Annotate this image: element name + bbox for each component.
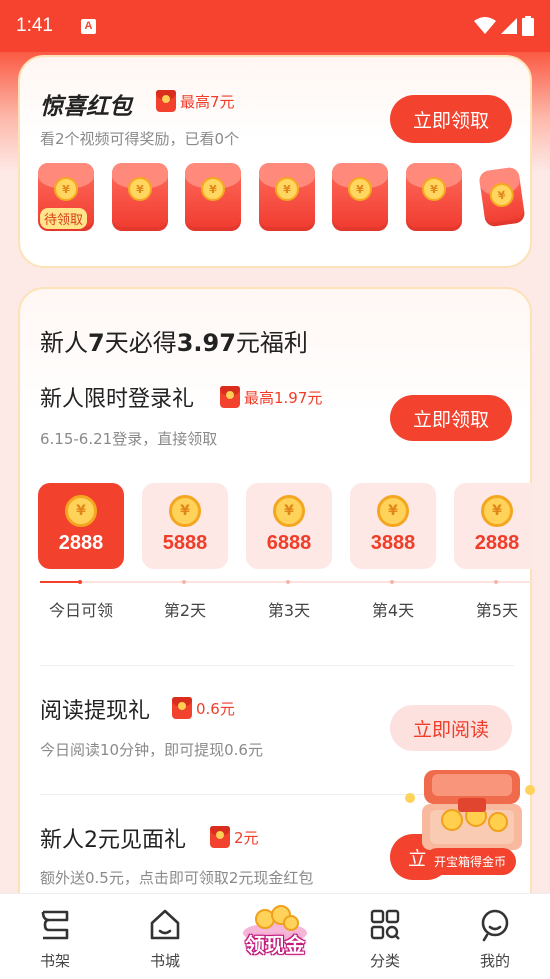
meet-gift-subtitle: 额外送0.5元，点击即可领取2元现金红包 [40, 869, 314, 887]
login-gift-tag-text: 最高1.97元 [244, 388, 323, 407]
status-bar: 1:41 A [0, 0, 550, 52]
meet-gift-tag: 2元 [210, 826, 259, 848]
red-envelope[interactable]: ¥ [185, 163, 241, 231]
yuan-coin-icon: ¥ [273, 495, 305, 527]
progress-dot [182, 580, 186, 584]
yuan-coin-icon: ¥ [275, 177, 299, 201]
tab-label: 我的 [479, 952, 510, 970]
surprise-max-tag: 最高7元 [156, 90, 235, 112]
reading-gift-read-button[interactable]: 立即阅读 [390, 705, 512, 751]
reading-gift-subtitle: 今日阅读10分钟，即可提现0.6元 [40, 741, 263, 759]
tab-label: 领现金 [245, 933, 305, 957]
yuan-coin-icon: ¥ [348, 177, 372, 201]
yuan-coin-icon: ¥ [169, 495, 201, 527]
day-reward-box[interactable]: ¥ 6888 [246, 483, 332, 569]
day-reward-value: 2888 [474, 532, 520, 554]
tab-label: 书架 [39, 952, 70, 970]
red-envelope[interactable]: ¥ [406, 163, 462, 231]
tab-label: 分类 [369, 952, 400, 970]
headline-suffix: 元福利 [235, 329, 308, 357]
status-time: 1:41 [16, 15, 53, 36]
red-envelope[interactable]: ¥ [259, 163, 315, 231]
profile-icon [481, 909, 509, 942]
red-packet-icon [210, 826, 230, 848]
yuan-coin-icon: ¥ [65, 495, 97, 527]
surprise-max-tag-text: 最高7元 [180, 92, 235, 111]
tab-category[interactable]: 分类 [330, 894, 440, 979]
day-reward-value: 5888 [162, 532, 208, 554]
treasure-label: 开宝箱得金币 [424, 848, 517, 875]
login-gift-tag: 最高1.97元 [220, 386, 322, 408]
day-reward-value: 3888 [370, 532, 416, 554]
home-icon [150, 909, 180, 940]
surprise-subtitle: 看2个视频可得奖励，已看0个 [40, 130, 240, 148]
day-label: 第2天 [163, 601, 207, 620]
day-label: 第5天 [475, 601, 519, 620]
yuan-coin-icon: ¥ [377, 495, 409, 527]
tab-bookshelf[interactable]: 书架 [0, 894, 110, 979]
progress-dot [390, 580, 394, 584]
surprise-claim-button[interactable]: 立即领取 [390, 95, 512, 143]
red-packet-icon [172, 697, 192, 719]
status-icons [474, 16, 534, 36]
headline-prefix: 新人 [40, 329, 88, 357]
wifi-icon [474, 17, 496, 34]
day-reward-box[interactable]: ¥ 3888 [350, 483, 436, 569]
day-reward-box[interactable]: ¥ 5888 [142, 483, 228, 569]
red-envelope[interactable]: ¥ [332, 163, 388, 231]
status-indicator-icon: A [80, 18, 96, 34]
red-packet-icon [156, 90, 176, 112]
newbie-headline: 新人7天必得3.97元福利 [40, 323, 308, 358]
tab-bookstore[interactable]: 书城 [110, 894, 220, 979]
battery-icon [522, 16, 534, 36]
tab-label: 书城 [149, 952, 180, 970]
surprise-title: 惊喜红包 [40, 93, 132, 119]
tab-profile[interactable]: 我的 [440, 894, 550, 979]
red-envelope[interactable]: ¥ [112, 163, 168, 231]
day-reward-value: 2888 [58, 532, 104, 554]
day-reward-box[interactable]: ¥ 2888 [454, 483, 532, 569]
yuan-coin-icon: ¥ [54, 177, 78, 201]
category-icon [370, 909, 400, 940]
treasure-chest-widget[interactable]: 开宝箱得金币 [402, 760, 542, 890]
meet-gift-tag-text: 2元 [234, 828, 259, 847]
login-gift-title: 新人限时登录礼 [40, 387, 195, 412]
yuan-coin-icon: ¥ [128, 177, 152, 201]
login-gift-subtitle: 6.15-6.21登录，直接领取 [40, 430, 218, 448]
day-reward-value: 6888 [266, 532, 312, 554]
tab-get-cash[interactable]: 领现金 [235, 905, 315, 967]
headline-amount: 3.97 [176, 329, 236, 357]
yuan-coin-icon: ¥ [422, 177, 446, 201]
bookshelf-icon [41, 910, 69, 940]
headline-mid: 天必得 [104, 329, 177, 357]
meet-gift-title: 新人2元见面礼 [40, 828, 186, 853]
progress-dot [78, 580, 82, 584]
divider [40, 665, 514, 666]
day-label: 第3天 [267, 601, 311, 620]
login-gift-claim-button[interactable]: 立即领取 [390, 395, 512, 441]
day-label: 第4天 [371, 601, 415, 620]
yuan-coin-icon: ¥ [201, 177, 225, 201]
red-envelope-stack[interactable]: ¥ [478, 166, 526, 228]
day-label: 今日可领 [48, 601, 113, 620]
treasure-chest-icon [405, 770, 535, 850]
day-reward-box[interactable]: ¥ 2888 [38, 483, 124, 569]
reading-gift-tag-text: 0.6元 [196, 699, 235, 718]
red-envelope[interactable]: ¥ 待领取 [38, 163, 94, 231]
progress-dot [286, 580, 290, 584]
signal-icon [501, 18, 517, 34]
surprise-red-packet-card: 惊喜红包 最高7元 看2个视频可得奖励，已看0个 立即领取 ¥ 待领取 ¥ ¥ … [18, 55, 532, 268]
progress-dot [494, 580, 498, 584]
red-packet-icon [220, 386, 240, 408]
headline-days: 7 [88, 329, 105, 357]
reading-gift-title: 阅读提现礼 [40, 699, 151, 724]
progress-track-active [40, 581, 80, 583]
yuan-coin-icon: ¥ [481, 495, 513, 527]
reading-gift-tag: 0.6元 [172, 697, 235, 719]
pending-tag: 待领取 [40, 208, 88, 229]
